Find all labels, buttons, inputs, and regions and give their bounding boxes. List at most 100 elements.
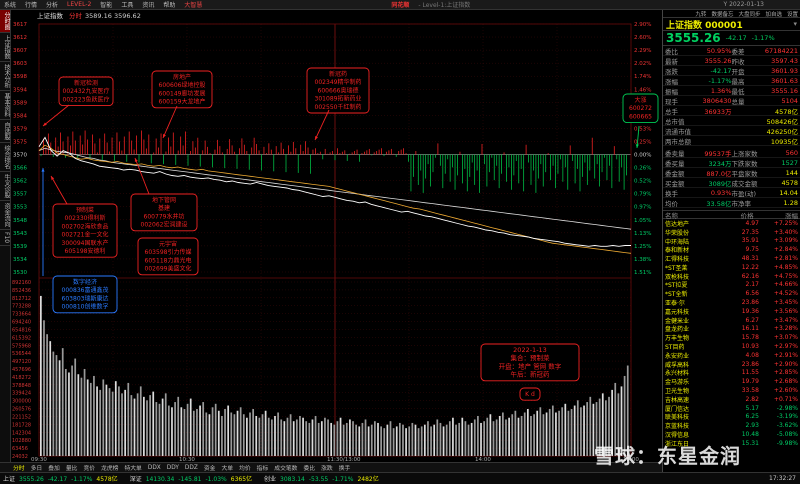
indicator-tab[interactable]: 竞价 [83, 463, 95, 472]
indicator-tab[interactable]: 均价 [239, 463, 251, 472]
volume-bar [526, 409, 529, 456]
quote-label: 现手 [665, 97, 678, 106]
stock-row[interactable]: 卫光生物 33.58 +2.60% [663, 386, 800, 395]
volume-bar [436, 419, 439, 456]
stock-list: 信达地产 4.97 +7.25% 华荣股份 27.35 +3.40% 中环海陆 35.91 +3… [663, 219, 800, 448]
stock-row[interactable]: 金马游乐 19.79 +2.68% [663, 377, 800, 386]
indicator-tab[interactable]: 委比 [303, 463, 315, 472]
menu-smart[interactable]: 智能 [100, 0, 112, 9]
stock-row[interactable]: 万丰生物 15.78 +3.07% [663, 333, 800, 342]
indicator-tab[interactable]: 换手 [339, 463, 351, 472]
stock-row[interactable]: 金健米业 6.27 +3.47% [663, 316, 800, 325]
indicator-tab[interactable]: 涨跌 [321, 463, 333, 472]
annotation-box[interactable]: 新冠检测002432九安医疗002223鱼跃医疗 [58, 76, 114, 107]
stock-row[interactable]: *ST圣莱 12.22 +4.85% [663, 263, 800, 272]
annotation-box[interactable]: K d [519, 387, 541, 401]
annotation-box[interactable]: 2022-1-13集合：预制菜开盘：地产 管网 数字午后：新冠药 [480, 343, 580, 382]
left-tab-fundflow[interactable]: 资金流向 [0, 201, 10, 230]
menu-analysis[interactable]: 分析 [46, 0, 58, 9]
tool-settings[interactable]: 设置 [787, 10, 798, 18]
stock-row[interactable]: 永安药业 4.08 +2.91% [663, 351, 800, 360]
left-tab-watchlist[interactable]: 自选股 [0, 120, 10, 143]
ticker-item[interactable]: 上证 3555.26 -42.17 -1.17% 4578亿 [3, 474, 122, 483]
stock-price: 2.17 [745, 281, 759, 289]
volume-bar [105, 384, 108, 456]
menu-quotes[interactable]: 行情 [25, 0, 37, 9]
left-tab-diagnosis[interactable]: 牛叉诊股 [0, 172, 10, 201]
left-tab-fundamentals[interactable]: 基本资料 [0, 91, 10, 120]
stock-row[interactable]: 汉得信息 10.48 -5.08% [663, 430, 800, 439]
stock-row[interactable]: 威孚高科 23.86 +2.90% [663, 360, 800, 369]
left-tab-f10[interactable]: F10 [0, 230, 10, 247]
quote-value: 3601.63 [771, 76, 798, 85]
volume-bar [202, 402, 205, 456]
indicator-tab[interactable]: 资金 [204, 463, 216, 472]
tool-add-watch[interactable]: 加自选 [765, 10, 782, 18]
tool-sync[interactable]: 大盘同步 [738, 10, 760, 18]
annotation-box[interactable]: 预制菜002330得利斯002702海欣食品002721金一文化300094国联… [52, 203, 118, 258]
annotation-box[interactable]: 房地产600606绿地控股600149廊坊发展600159大龙地产 [151, 70, 213, 109]
annotation-line: 600779水井坊 [144, 212, 185, 220]
stock-row[interactable]: 中环海陆 35.91 +3.09% [663, 237, 800, 245]
volume-bar [192, 410, 195, 456]
stock-row[interactable]: 华荣股份 27.35 +3.40% [663, 228, 800, 237]
annotation-box[interactable]: 大涨600272600665 [622, 93, 659, 124]
volume-bar [149, 395, 151, 456]
indicator-tab[interactable]: 龙虎榜 [101, 463, 118, 472]
indicator-tab[interactable]: 多日 [31, 463, 43, 472]
indicator-tab[interactable]: DDY [167, 465, 179, 471]
stock-row[interactable]: 汇得科技 48.31 +2.81% [663, 254, 800, 263]
menu-system[interactable]: 系统 [4, 0, 16, 9]
intraday-chart[interactable]: 3617 2.90% 3612 2.60% 3607 2.29% 3603 2.02% 3598… [11, 10, 661, 474]
col-pct[interactable]: 涨幅 [754, 210, 798, 220]
stock-row[interactable]: 吉林高速 2.82 +0.71% [663, 395, 800, 404]
menu-help[interactable]: 帮助 [163, 0, 175, 9]
indicator-tab[interactable]: DDX [148, 465, 161, 471]
indicator-tab[interactable]: 特大单 [124, 463, 141, 472]
left-tab-ranking[interactable]: 综合排名 [0, 143, 10, 172]
stock-row[interactable]: 厦门信达 5.17 -2.98% [663, 404, 800, 413]
indicator-tab[interactable]: 大单 [221, 463, 233, 472]
menu-news[interactable]: 资讯 [142, 0, 154, 9]
volume-bar [448, 421, 451, 456]
volume-bar [267, 417, 270, 456]
left-tab-technical[interactable]: 技术分析 [0, 62, 10, 91]
ticker-item[interactable]: 深证 14130.34 -145.81 -1.03% 6365亿 [130, 474, 256, 483]
tool-memo[interactable]: 数据备忘 [711, 10, 733, 18]
stock-row[interactable]: *ST拉夏 2.17 +4.66% [663, 281, 800, 289]
annotation-box[interactable]: 元宇宙603598引力传媒605118力鼎光电002699美盛文化 [137, 237, 199, 276]
indicator-tab[interactable]: 叠加 [48, 463, 60, 472]
stock-row[interactable]: 亚泰·尔 23.86 +3.45% [663, 298, 800, 307]
annotation-box[interactable]: 数字经济000836富通鑫茂603803瑞斯康达000810创维数字 [52, 275, 118, 314]
stock-row[interactable]: 双枪科技 62.16 +4.75% [663, 272, 800, 281]
indicator-tab[interactable]: 量比 [66, 463, 78, 472]
stock-name: ST目药 [665, 344, 685, 352]
tool-jiuzhuan[interactable]: 九转 [695, 10, 706, 18]
stock-row[interactable]: *ST全新 6.56 +4.52% [663, 289, 800, 298]
stock-row[interactable]: ST目药 10.93 +2.97% [663, 342, 800, 351]
left-tab-index[interactable]: 上证指数 [0, 33, 10, 62]
annotation-box[interactable]: 新冠药002349精华制药600666奥瑞德301089拓新药业002550千红… [306, 67, 370, 114]
stock-row[interactable]: 联美科技 6.25 -3.19% [663, 413, 800, 421]
menu-dzh[interactable]: 大智慧 [184, 0, 202, 9]
ticker-item[interactable]: 创业 3083.14 -53.55 -1.71% 2482亿 [264, 474, 383, 483]
menu-tools[interactable]: 工具 [121, 0, 133, 9]
menu-level2[interactable]: LEVEL-2 [67, 1, 91, 8]
volume-bar [196, 409, 198, 456]
volume-bar [164, 393, 167, 456]
annotation-box[interactable]: 地下管网基建600779水井坊002062宏润建设 [130, 193, 198, 232]
stock-row[interactable]: 京蓝科技 2.93 -3.62% [663, 421, 800, 430]
stock-row[interactable]: 嘉元科技 19.36 +3.56% [663, 307, 800, 316]
indicator-tab[interactable]: 指标 [257, 463, 269, 472]
stock-price: 12.22 [741, 263, 759, 271]
stock-row[interactable]: 信达地产 4.97 +7.25% [663, 219, 800, 228]
stock-row[interactable]: 泰和新材 9.75 +2.84% [663, 245, 800, 254]
volume-bar [295, 419, 298, 456]
quote-value: 4578亿 [774, 107, 798, 116]
indicator-tab[interactable]: 分时 [13, 463, 25, 472]
left-tab-timeshare[interactable]: 分时图 [0, 10, 10, 33]
indicator-tab[interactable]: 成交笔数 [274, 463, 297, 472]
indicator-tab[interactable]: DDZ [185, 465, 198, 471]
stock-row[interactable]: 盘龙药业 16.11 +3.28% [663, 325, 800, 333]
stock-row[interactable]: 永兴材料 11.55 +2.85% [663, 369, 800, 377]
